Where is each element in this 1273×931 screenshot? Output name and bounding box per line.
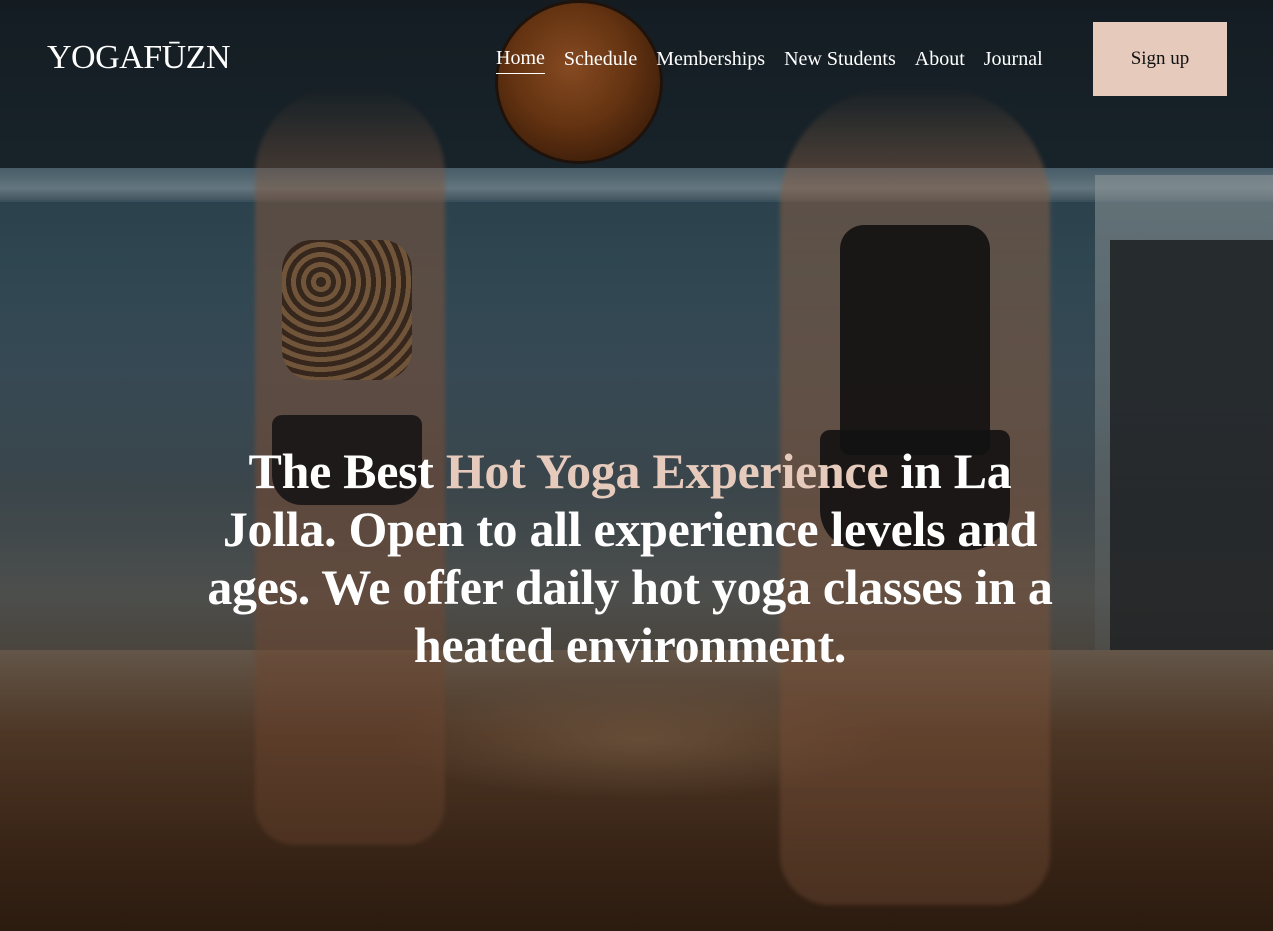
hero-text-accent: Hot Yoga Experience	[445, 442, 889, 499]
nav-item-new-students[interactable]: New Students	[784, 45, 896, 73]
nav-item-memberships[interactable]: Memberships	[656, 45, 765, 73]
page: YOGAFŪZN Home Schedule Memberships New S…	[0, 0, 1273, 931]
hero-heading: The Best Hot Yoga Experience in La Jolla…	[190, 442, 1070, 674]
signup-button[interactable]: Sign up	[1093, 22, 1227, 96]
site-header: YOGAFŪZN Home Schedule Memberships New S…	[0, 0, 1273, 120]
site-logo[interactable]: YOGAFŪZN	[47, 36, 231, 80]
nav-item-about[interactable]: About	[915, 45, 965, 73]
nav-item-journal[interactable]: Journal	[984, 45, 1043, 73]
nav-item-schedule[interactable]: Schedule	[564, 45, 637, 73]
nav-item-home[interactable]: Home	[496, 44, 545, 74]
hero-text-prefix: The Best	[248, 442, 446, 499]
main-navigation: Home Schedule Memberships New Students A…	[496, 44, 1043, 74]
